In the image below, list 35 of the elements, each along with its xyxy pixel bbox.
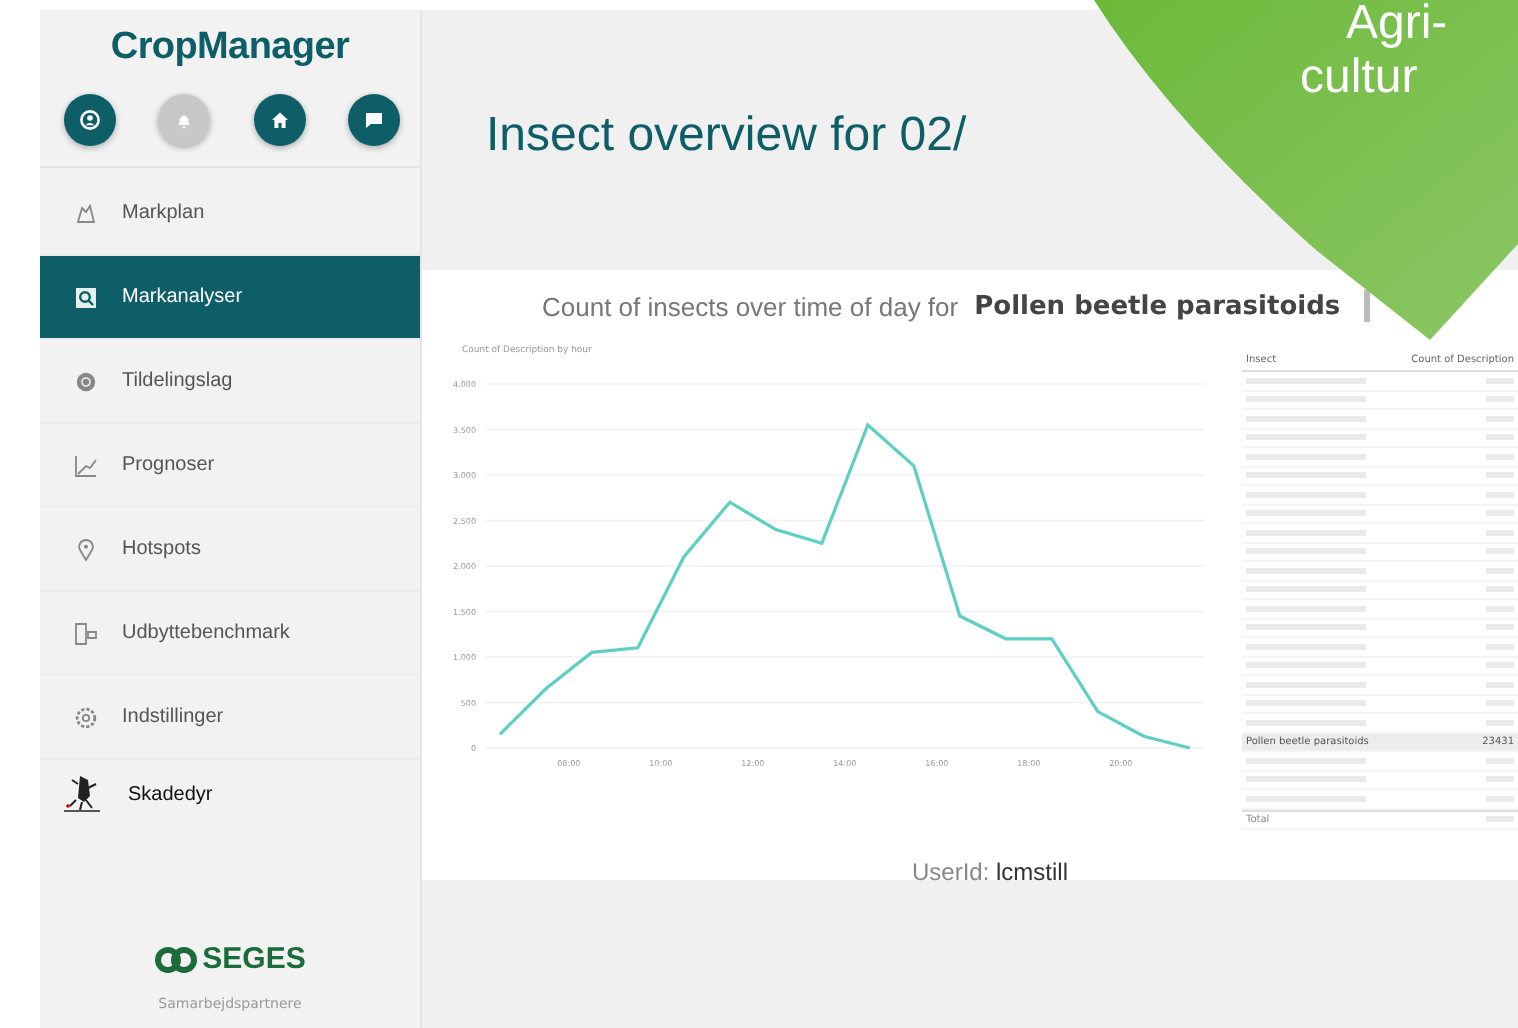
nav-item[interactable]: Indstillinger: [40, 676, 420, 760]
home-button[interactable]: [253, 94, 306, 146]
user-button[interactable]: [64, 94, 116, 146]
table-row[interactable]: [1242, 372, 1518, 391]
pin-icon: [74, 537, 98, 561]
rings-icon: [154, 945, 199, 973]
bars-icon: [74, 621, 98, 645]
nav-item[interactable]: Tildelingslag: [40, 340, 420, 424]
chat-button[interactable]: [347, 94, 400, 146]
home-icon: [269, 110, 290, 130]
app-logo: CropManager: [108, 26, 352, 70]
chat-icon: [363, 110, 384, 130]
user-label: UserId:: [911, 858, 990, 886]
badge-text: Agri-: [1346, 0, 1448, 52]
bell-icon: [174, 110, 195, 130]
layers-icon: [74, 369, 98, 393]
chart-heading: Count of insects over time of day for: [542, 291, 959, 321]
slicer-bar: [1364, 290, 1371, 322]
nav-item[interactable]: Udbyttebenchmark: [40, 592, 420, 676]
user-value: lcmstill: [996, 858, 1069, 886]
table-row[interactable]: [1242, 790, 1518, 809]
beetle-icon: [60, 772, 104, 816]
nav-item[interactable]: Hotspots: [40, 508, 420, 592]
insect-selector[interactable]: Pollen beetle parasitoids: [974, 291, 1341, 321]
nav-item[interactable]: Prognoser: [40, 424, 420, 508]
settings-icon: [74, 705, 98, 729]
map-icon: [74, 201, 98, 225]
magnifier-icon: [74, 285, 98, 309]
badge-text: cultur: [1300, 50, 1418, 106]
nav-item[interactable]: Markanalyser: [40, 256, 420, 340]
partner-name: SEGES: [202, 942, 306, 976]
user-icon: [80, 110, 100, 130]
page-title: Insect overview for 02/: [486, 108, 967, 164]
chart-icon: [74, 453, 98, 477]
nav-item[interactable]: Skadedyr: [40, 760, 420, 828]
